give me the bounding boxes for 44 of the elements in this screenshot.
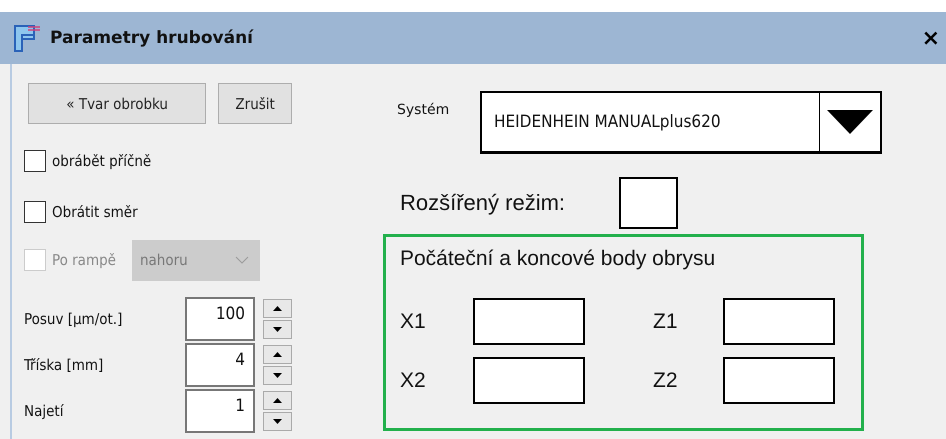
- back-button[interactable]: « Tvar obrobku: [28, 83, 206, 124]
- number-field[interactable]: 4: [185, 343, 255, 387]
- direction-dropdown: nahoru: [132, 240, 260, 280]
- app-icon: [12, 23, 42, 53]
- checkbox[interactable]: [24, 201, 46, 223]
- coordinate-field[interactable]: [723, 357, 835, 404]
- checkbox-label: Po rampě: [52, 251, 116, 269]
- coordinate-field[interactable]: [473, 357, 585, 404]
- parameter-label: Tříska [mm]: [24, 356, 104, 374]
- number-field[interactable]: 1: [185, 389, 255, 433]
- group-title: Počáteční a koncové body obrysu: [400, 247, 716, 271]
- coordinate-label: X1: [400, 310, 427, 334]
- system-dropdown[interactable]: HEIDENHEIN MANUALplus620: [480, 91, 882, 154]
- chevron-down-icon: [234, 256, 249, 264]
- extended-mode-label: Rozšířený režim:: [400, 190, 566, 216]
- triangle-down-icon: [827, 110, 873, 134]
- checkbox[interactable]: [24, 150, 46, 172]
- window-title: Parametry hrubování: [50, 28, 254, 48]
- close-button[interactable]: ×: [918, 26, 944, 50]
- triangle-up-icon: [273, 306, 282, 311]
- coordinate-label: Z1: [653, 310, 679, 334]
- checkbox-label: Obrátit směr: [52, 203, 138, 221]
- spin-up-button[interactable]: [263, 345, 292, 364]
- system-label: Systém: [396, 102, 450, 118]
- spin-up-button[interactable]: [263, 391, 292, 410]
- triangle-down-icon: [273, 373, 282, 378]
- coordinate-field[interactable]: [723, 298, 835, 345]
- checkbox-label: obrábět příčně: [52, 152, 152, 170]
- spin-down-button[interactable]: [263, 320, 292, 339]
- spin-down-button[interactable]: [263, 412, 292, 431]
- coordinate-label: X2: [400, 368, 427, 392]
- spin-down-button[interactable]: [263, 366, 292, 385]
- triangle-up-icon: [273, 352, 282, 357]
- parameter-label: Posuv [µm/ot.]: [24, 310, 124, 328]
- triangle-down-icon: [273, 327, 282, 332]
- cancel-button[interactable]: Zrušit: [218, 83, 292, 124]
- coordinate-field[interactable]: [473, 298, 585, 345]
- coordinate-label: Z2: [653, 368, 679, 392]
- triangle-down-icon: [273, 419, 282, 424]
- parameter-label: Najetí: [24, 402, 65, 420]
- checkbox[interactable]: [619, 177, 678, 229]
- triangle-up-icon: [273, 398, 282, 403]
- number-field[interactable]: 100: [185, 297, 255, 341]
- spin-up-button[interactable]: [263, 299, 292, 318]
